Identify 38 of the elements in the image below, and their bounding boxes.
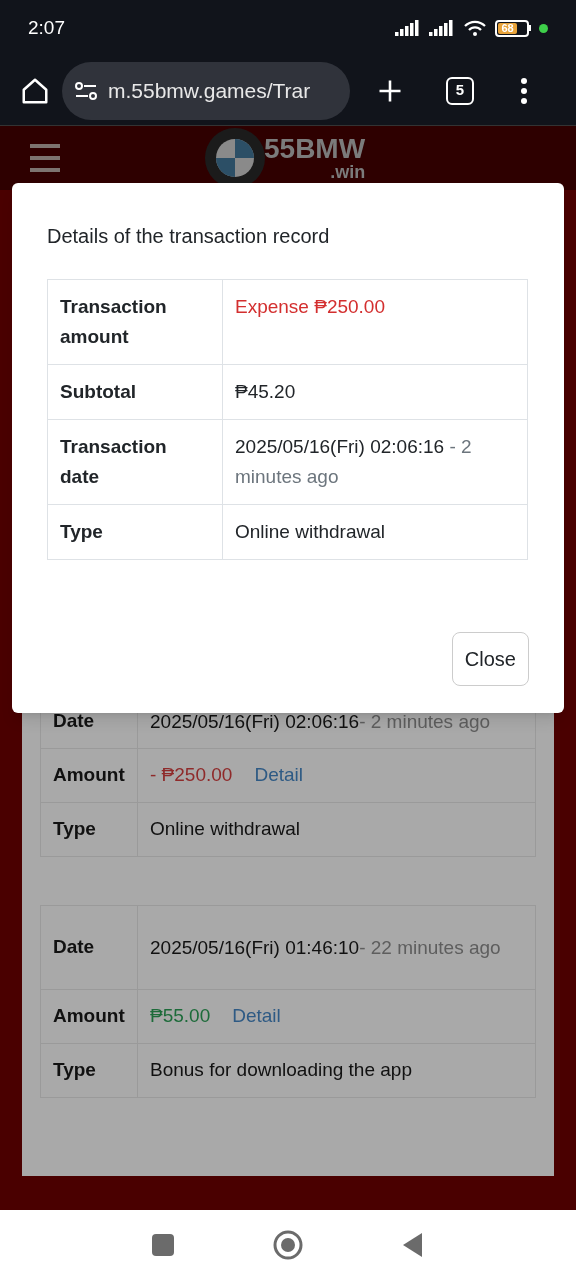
- row-value: Online withdrawal: [235, 521, 385, 542]
- row-label: Transaction date: [60, 436, 167, 487]
- home-button-icon[interactable]: [272, 1229, 304, 1261]
- type-value: Bonus for downloading the app: [150, 1059, 412, 1081]
- site-settings-icon[interactable]: [74, 80, 98, 101]
- row-value: 2025/05/16(Fri) 02:06:16 - 2 minutes ago: [235, 436, 472, 487]
- clock-time: 2:07: [28, 15, 65, 40]
- row-label: Type: [60, 521, 103, 542]
- row-label: Amount: [53, 764, 125, 786]
- url-text: m.55bmw.games/Trar: [108, 77, 311, 104]
- logo-text: 55BMW: [264, 135, 366, 163]
- type-value: Online withdrawal: [150, 818, 300, 840]
- logo-suffix: .win: [330, 163, 366, 181]
- battery-level: 68: [501, 22, 514, 34]
- row-value: Expense ₱250.00: [235, 296, 385, 317]
- row-label: Date: [53, 936, 95, 958]
- back-icon[interactable]: [402, 1232, 424, 1258]
- row-label: Date: [53, 710, 95, 732]
- wifi-icon: [463, 19, 487, 37]
- record-date: 2025/05/16(Fri) 01:46:10- 22 minutes ago: [150, 936, 501, 958]
- amount-value: ₱55.00: [150, 1005, 211, 1027]
- dialog-title: Details of the transaction record: [47, 224, 331, 249]
- more-icon[interactable]: [520, 76, 528, 105]
- tabs-button[interactable]: 5: [446, 76, 474, 105]
- row-label: Type: [53, 818, 96, 840]
- recents-icon[interactable]: [152, 1234, 174, 1256]
- signal-icon: [429, 20, 455, 36]
- close-button[interactable]: Close: [451, 632, 529, 686]
- row-label: Transaction amount: [60, 296, 167, 347]
- menu-icon[interactable]: [30, 144, 60, 172]
- address-bar[interactable]: m.55bmw.games/Trar: [62, 61, 350, 120]
- row-label: Subtotal: [60, 381, 136, 402]
- amount-value: - ₱250.00: [150, 764, 233, 786]
- row-label: Amount: [53, 1005, 125, 1027]
- row-value: ₱45.20: [235, 381, 296, 402]
- record-date: 2025/05/16(Fri) 02:06:16- 2 minutes ago: [150, 710, 491, 732]
- signal-icon: [395, 20, 421, 36]
- row-label: Type: [53, 1059, 96, 1081]
